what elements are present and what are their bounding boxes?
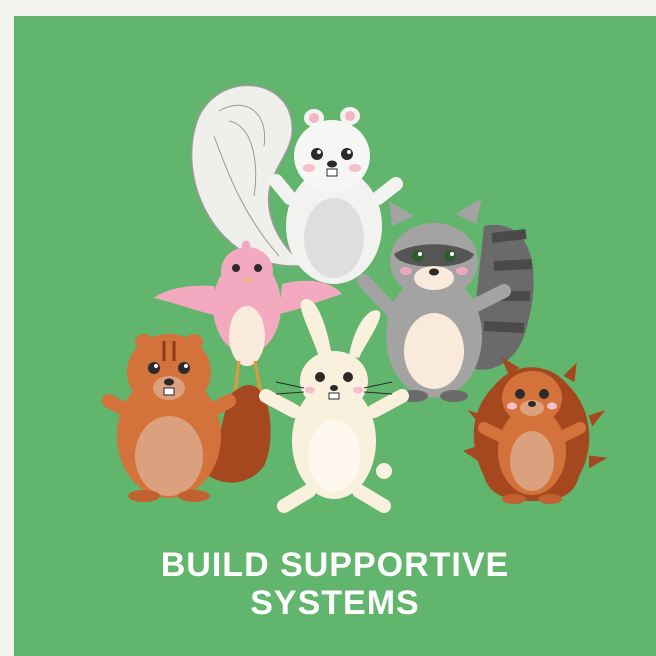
caption: BUILD SUPPORTIVE SYSTEMS	[14, 546, 656, 622]
caption-line-1: BUILD SUPPORTIVE	[160, 546, 510, 584]
white-squirrel-icon	[190, 84, 403, 284]
caption-line-2: SYSTEMS	[250, 584, 420, 622]
card: BUILD SUPPORTIVE SYSTEMS	[14, 16, 656, 656]
hedgehog-icon	[462, 356, 608, 504]
bunny-icon	[259, 298, 409, 513]
